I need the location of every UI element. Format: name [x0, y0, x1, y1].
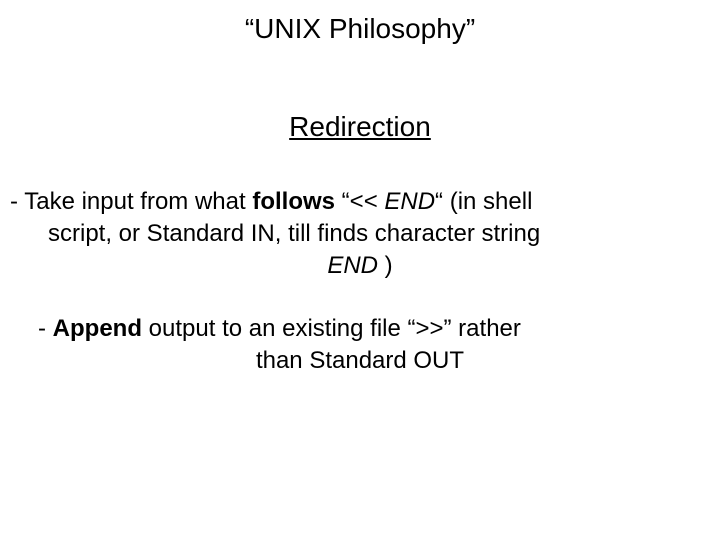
text-bold: Append — [53, 315, 142, 342]
text-italic: END — [384, 188, 435, 215]
text-italic: END — [327, 252, 378, 279]
text: “ (in shell — [435, 188, 532, 215]
text: “<< — [335, 188, 384, 215]
text: script, or Standard IN, till finds chara… — [8, 218, 712, 250]
text-bold: follows — [252, 188, 335, 215]
text: - Take input from what — [10, 188, 252, 215]
bullet-heredoc: - Take input from what follows “<< END“ … — [8, 186, 712, 283]
slide-subtitle: Redirection — [8, 108, 712, 146]
text: than Standard OUT — [8, 345, 712, 377]
slide-title: “UNIX Philosophy” — [8, 10, 712, 48]
text: ) — [378, 252, 393, 279]
text: - — [38, 315, 53, 342]
text: output to an existing file “>>” rather — [142, 315, 521, 342]
bullet-append: - Append output to an existing file “>>”… — [8, 313, 712, 378]
